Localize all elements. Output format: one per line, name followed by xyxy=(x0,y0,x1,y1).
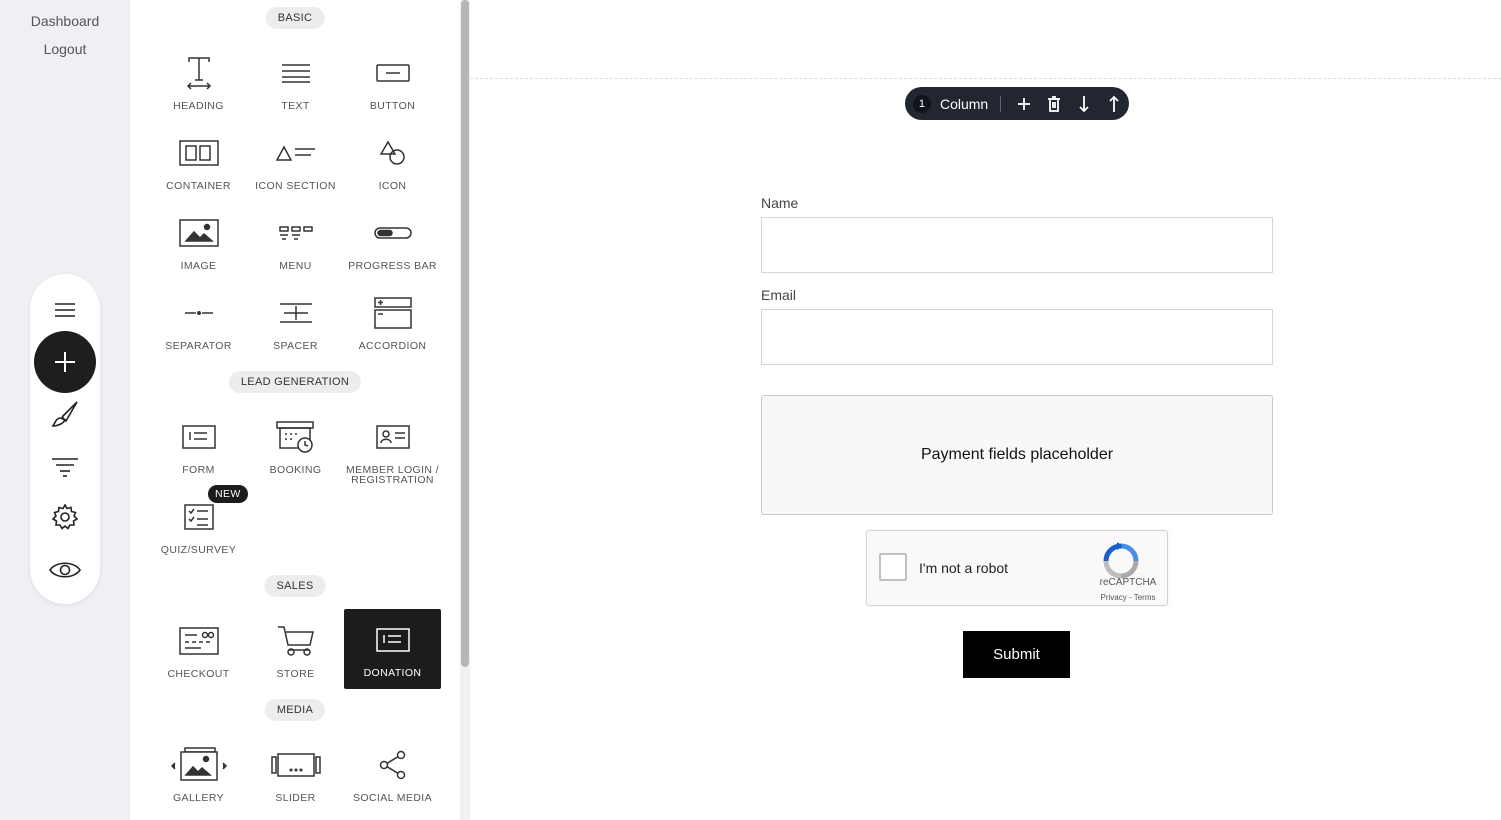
element-member-login[interactable]: MEMBER LOGIN / REGISTRATION xyxy=(344,406,441,486)
heading-icon xyxy=(186,57,211,90)
section-media: MEDIA xyxy=(264,699,326,721)
image-icon xyxy=(178,219,219,247)
icon-section-icon xyxy=(275,145,315,161)
element-image[interactable]: IMAGE xyxy=(150,202,247,282)
element-spacer[interactable]: SPACER xyxy=(247,282,344,362)
quiz-icon xyxy=(183,504,214,530)
add-icon xyxy=(55,352,75,372)
recaptcha-logo-icon xyxy=(1103,542,1139,579)
element-booking[interactable]: BOOKING xyxy=(247,406,344,486)
recaptcha-checkbox[interactable] xyxy=(879,553,907,581)
element-heading[interactable]: HEADING xyxy=(150,42,247,122)
element-gallery[interactable]: GALLERY xyxy=(150,734,247,814)
element-progress-bar[interactable]: PROGRESS BAR xyxy=(344,202,441,282)
section-divider xyxy=(470,78,1501,79)
progress-bar-icon xyxy=(373,227,412,239)
recaptcha-widget: I'm not a robot reCAPTCHA Privacy - Term… xyxy=(866,530,1168,606)
share-icon xyxy=(379,750,405,780)
element-container[interactable]: CONTAINER xyxy=(150,122,247,202)
section-basic: BASIC xyxy=(265,7,325,29)
element-icon-section[interactable]: ICON SECTION xyxy=(247,122,344,202)
panel-scrollbar[interactable] xyxy=(460,0,470,820)
add-column-button[interactable] xyxy=(1009,87,1039,120)
button-icon xyxy=(375,64,410,82)
recaptcha-brand: reCAPTCHA xyxy=(1099,577,1157,588)
move-down-button[interactable] xyxy=(1069,87,1099,120)
delete-column-button[interactable] xyxy=(1039,87,1069,120)
new-badge: NEW xyxy=(208,485,248,503)
move-up-button[interactable] xyxy=(1099,87,1129,120)
trash-icon xyxy=(1048,95,1061,112)
gallery-icon xyxy=(170,747,227,781)
element-social-media[interactable]: SOCIAL MEDIA xyxy=(344,734,441,814)
element-separator[interactable]: SEPARATOR xyxy=(150,282,247,362)
cart-icon xyxy=(277,626,314,656)
submit-button[interactable]: Submit xyxy=(963,631,1070,678)
page-canvas: 1 Column Name Email Payment fields place… xyxy=(470,0,1501,820)
container-icon xyxy=(178,140,219,166)
email-input[interactable] xyxy=(761,309,1273,365)
menu-icon[interactable] xyxy=(45,290,85,330)
recaptcha-label: I'm not a robot xyxy=(919,560,1009,576)
menu-element-icon xyxy=(278,226,313,240)
element-button[interactable]: BUTTON xyxy=(344,42,441,122)
toolbar-divider xyxy=(1000,95,1002,112)
section-sales: SALES xyxy=(264,575,326,597)
element-accordion[interactable]: ACCORDION xyxy=(344,282,441,362)
text-icon xyxy=(281,64,310,83)
eye-icon[interactable] xyxy=(45,550,85,590)
brush-icon[interactable] xyxy=(45,394,85,434)
element-icon[interactable]: ICON xyxy=(344,122,441,202)
checkout-icon xyxy=(178,627,219,655)
accordion-icon xyxy=(373,297,412,329)
element-slider[interactable]: SLIDER xyxy=(247,734,344,814)
arrow-up-icon xyxy=(1109,95,1119,112)
column-count-badge[interactable]: 1 xyxy=(913,94,931,113)
spacer-icon xyxy=(279,303,312,323)
form-icon xyxy=(181,425,216,449)
scrollbar-thumb[interactable] xyxy=(461,0,469,667)
elements-panel: BASIC HEADING TEXT BUTTON CONTAINER ICON… xyxy=(130,0,460,820)
column-label[interactable]: Column xyxy=(940,96,988,112)
add-element-button[interactable] xyxy=(34,331,96,393)
booking-icon xyxy=(275,421,314,453)
separator-icon xyxy=(184,311,213,315)
member-login-icon xyxy=(375,425,410,449)
slider-icon xyxy=(270,753,321,777)
shapes-icon xyxy=(379,140,405,165)
element-checkout[interactable]: CHECKOUT xyxy=(150,610,247,690)
logout-link[interactable]: Logout xyxy=(0,41,130,57)
filter-icon[interactable] xyxy=(45,447,85,487)
payment-fields-placeholder: Payment fields placeholder xyxy=(761,395,1273,515)
email-label: Email xyxy=(761,287,797,303)
gear-icon[interactable] xyxy=(45,497,85,537)
column-toolbar: 1 Column xyxy=(905,87,1129,120)
element-store[interactable]: STORE xyxy=(247,610,344,690)
name-input[interactable] xyxy=(761,217,1273,273)
plus-icon xyxy=(1018,97,1031,110)
recaptcha-privacy-terms[interactable]: Privacy - Terms xyxy=(1091,593,1165,602)
element-form[interactable]: FORM xyxy=(150,406,247,486)
element-menu[interactable]: MENU xyxy=(247,202,344,282)
left-rail: Dashboard Logout xyxy=(0,0,130,820)
payment-placeholder-text: Payment fields placeholder xyxy=(920,446,1114,463)
dashboard-link[interactable]: Dashboard xyxy=(0,13,130,29)
section-lead-generation: LEAD GENERATION xyxy=(228,371,362,393)
arrow-down-icon xyxy=(1079,95,1089,112)
donation-icon xyxy=(375,628,410,652)
element-text[interactable]: TEXT xyxy=(247,42,344,122)
name-label: Name xyxy=(761,195,799,211)
element-donation[interactable]: DONATION xyxy=(344,609,441,689)
editor-toolbar xyxy=(30,274,100,604)
